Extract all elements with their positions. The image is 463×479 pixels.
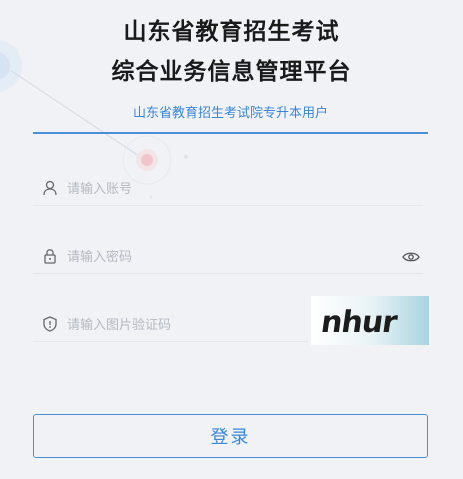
- password-input[interactable]: [67, 247, 367, 267]
- captcha-text: nhur: [319, 305, 400, 340]
- login-button[interactable]: 登录: [33, 414, 428, 458]
- captcha-field: [33, 307, 308, 342]
- lock-icon: [42, 248, 58, 264]
- captcha-input[interactable]: [67, 315, 297, 335]
- captcha-image[interactable]: nhur: [311, 296, 429, 345]
- shield-icon: [42, 316, 58, 332]
- account-field: [33, 171, 423, 206]
- page-title-line2: 综合业务信息管理平台: [111, 59, 352, 85]
- page-title-line1: 山东省教育招生考试: [123, 19, 340, 45]
- eye-icon[interactable]: [402, 249, 420, 263]
- user-icon: [42, 180, 58, 196]
- password-field: [33, 239, 423, 274]
- account-input[interactable]: [67, 179, 367, 199]
- tab-upgrade-user[interactable]: 山东省教育招生考试院专升本用户: [33, 104, 428, 134]
